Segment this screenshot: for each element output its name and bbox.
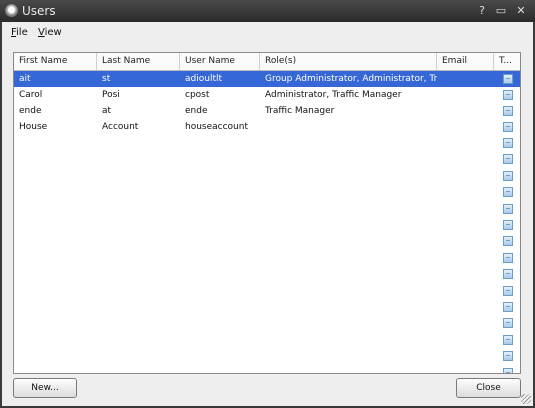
row-checkbox[interactable] [503,351,513,362]
row-checkbox[interactable] [503,122,513,132]
row-checkbox[interactable] [503,367,513,373]
cell-last-name: Posi [102,90,120,100]
column-header-first-name[interactable]: First Name [14,53,97,70]
cell-user-name: ende [185,106,208,116]
cell-email [437,71,494,87]
cell-roles: Group Administrator, Administrator, Tr..… [265,74,437,84]
table-row[interactable]: Carol Posi cpost Administrator, Traffic … [14,87,520,103]
column-header-t[interactable]: T... [494,53,520,70]
column-header-roles[interactable]: Role(s) [260,53,437,70]
cell-first-name: ait [19,74,31,84]
cell-roles [260,119,437,135]
column-header-user-name[interactable]: User Name [180,53,260,70]
menu-view-rest: iew [44,27,62,38]
cell-roles: Administrator, Traffic Manager [265,90,402,100]
menu-file[interactable]: File [11,27,28,38]
row-checkbox[interactable] [503,203,513,214]
column-header-email[interactable]: Email [437,53,494,70]
cell-user-name: houseaccount [185,122,248,132]
resize-grip[interactable] [521,394,531,404]
close-button[interactable]: Close [456,378,521,398]
maximize-icon[interactable]: ▭ [494,4,508,18]
users-table[interactable]: First Name Last Name User Name Role(s) E… [13,52,521,374]
row-checkbox[interactable] [503,138,513,148]
window-title: Users [22,4,56,18]
cell-first-name: Carol [19,90,43,100]
cell-last-name: st [102,74,111,84]
close-icon[interactable]: ✕ [514,4,528,18]
cell-roles: Traffic Manager [265,106,335,116]
table-header: First Name Last Name User Name Role(s) E… [14,53,520,71]
cell-last-name: at [102,106,112,116]
cell-email [437,119,494,135]
menu-bar: File View [2,22,533,42]
column-header-last-name[interactable]: Last Name [97,53,180,70]
cell-user-name: cpost [185,90,210,100]
title-bar[interactable]: Users ? ▭ ✕ [0,0,535,22]
row-checkbox[interactable] [503,252,513,263]
row-checkbox[interactable] [503,302,513,312]
help-icon[interactable]: ? [475,4,489,18]
menu-file-rest: ile [16,27,28,38]
cell-first-name: ende [19,106,42,116]
row-checkbox[interactable] [503,334,513,345]
row-checkbox[interactable] [503,187,513,198]
cell-last-name: Account [102,122,139,132]
row-checkbox[interactable] [503,220,513,230]
row-checkbox[interactable] [503,90,513,100]
app-icon [5,4,18,17]
row-checkbox[interactable] [503,170,513,181]
cell-user-name: adioultlt [185,74,222,84]
row-checkbox[interactable] [503,74,513,84]
row-checkbox[interactable] [503,154,513,165]
new-user-button[interactable]: New... [13,378,77,398]
menu-view[interactable]: View [38,27,62,38]
row-checkbox[interactable] [503,318,513,329]
row-checkbox[interactable] [503,269,513,280]
window-client: File View First Name Last Name User Name… [2,22,533,406]
menu-view-mnemonic: V [38,27,45,38]
cell-email [437,87,494,103]
table-row[interactable]: ait st adioultlt Group Administrator, Ad… [14,71,520,87]
table-row[interactable]: ende at ende Traffic Manager [14,103,520,119]
row-checkbox[interactable] [503,285,513,296]
row-checkbox[interactable] [503,236,513,247]
cell-email [437,103,494,119]
table-row[interactable]: House Account houseaccount [14,119,520,135]
row-checkbox[interactable] [503,106,513,116]
cell-first-name: House [19,122,48,132]
